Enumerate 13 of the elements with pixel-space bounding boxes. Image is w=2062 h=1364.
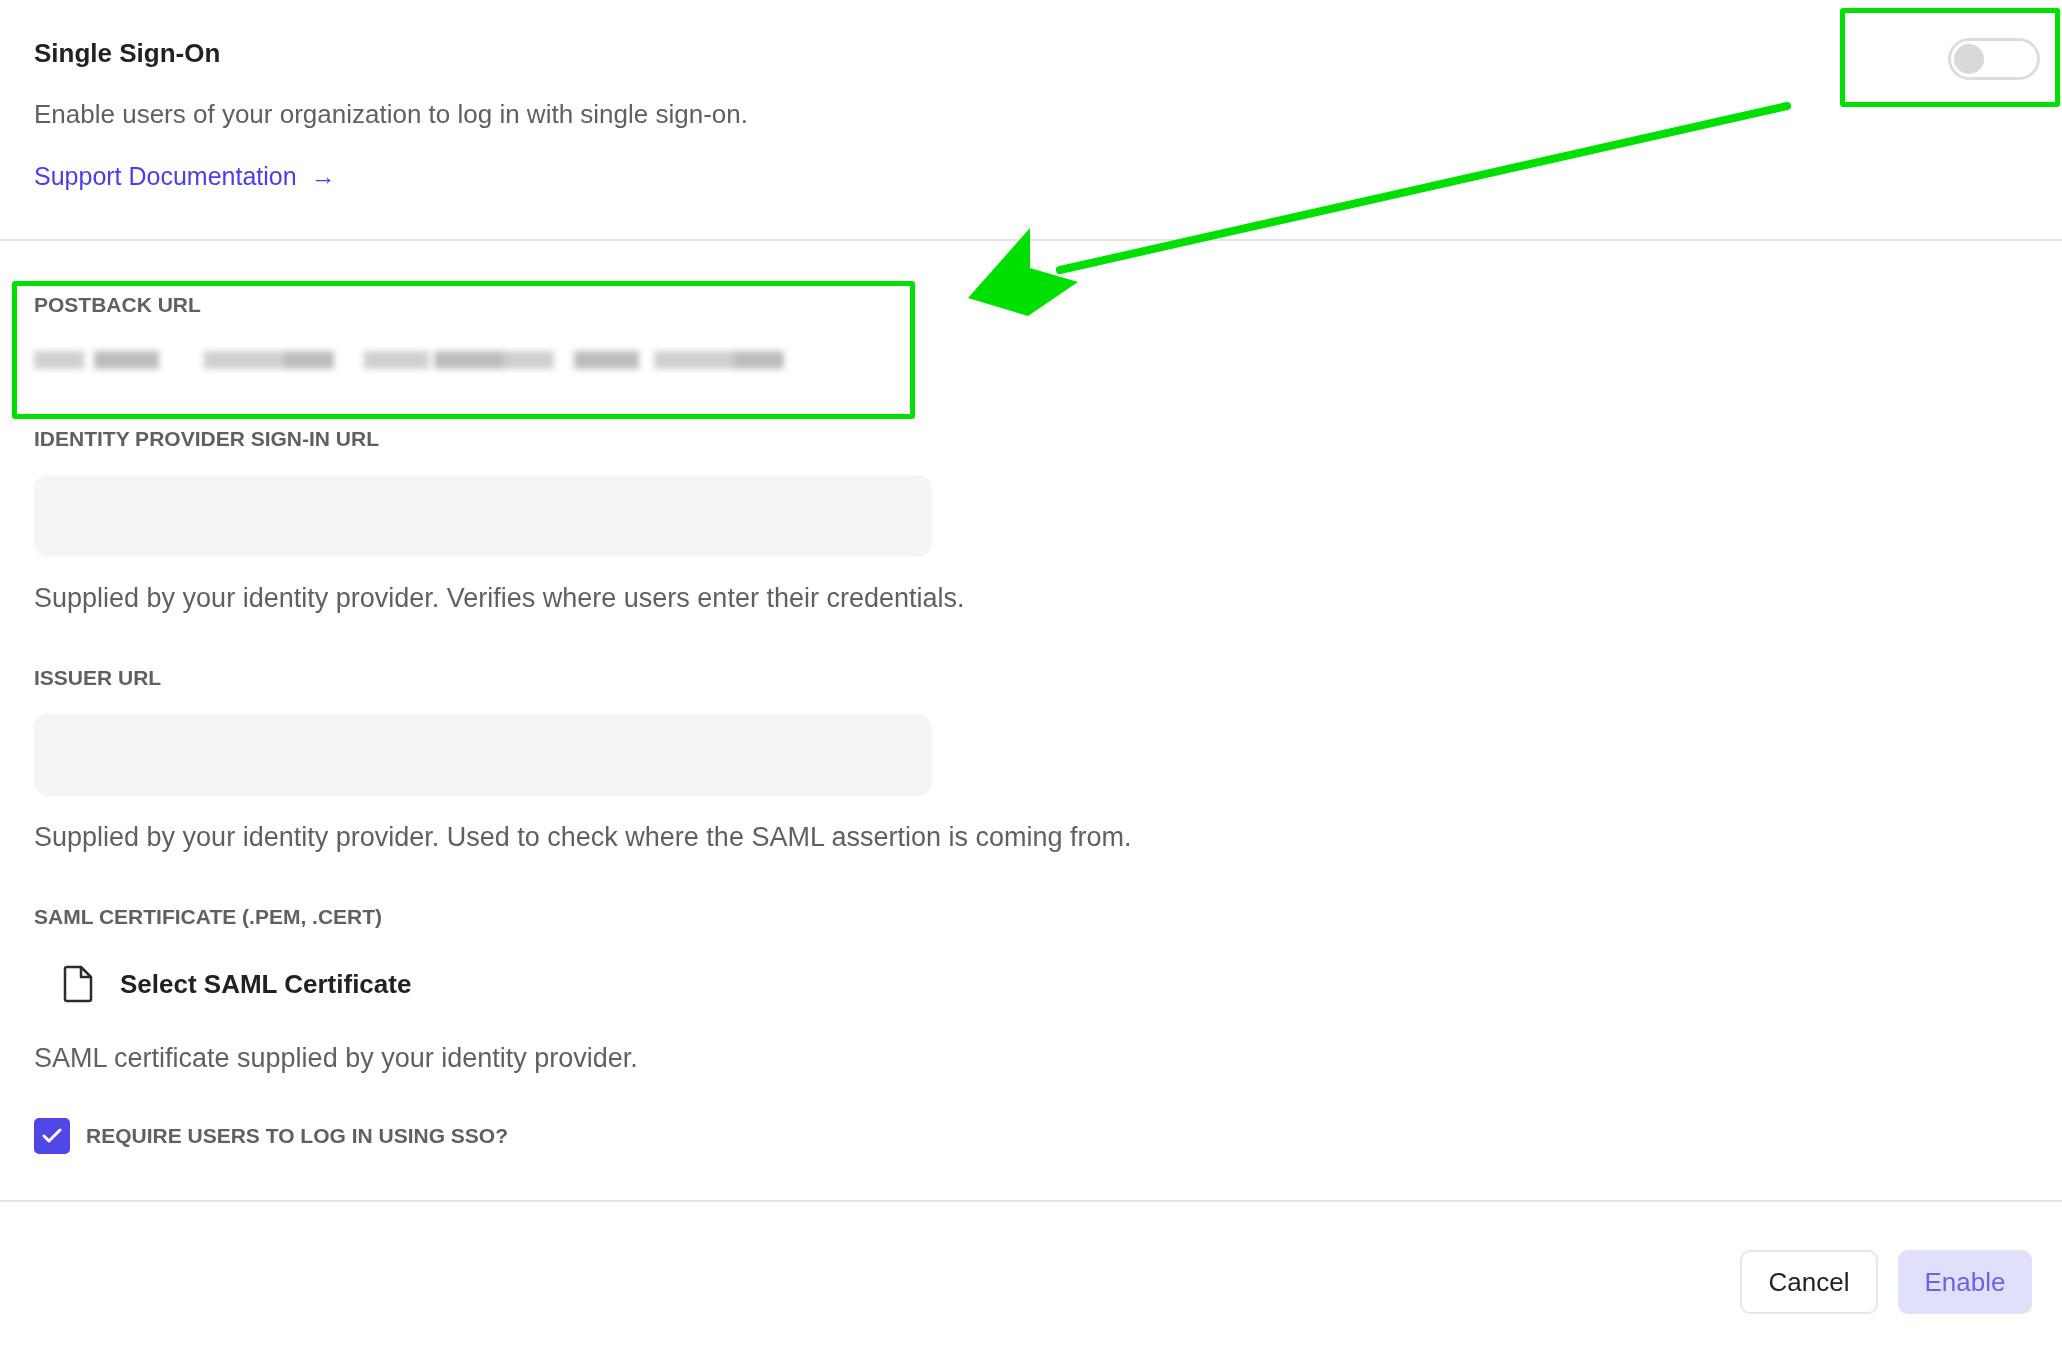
field-label: IDENTITY PROVIDER SIGN-IN URL [34, 427, 380, 451]
select-file-button[interactable]: Select SAML Certificate [62, 957, 412, 1011]
help-text: SAML certificate supplied by your identity provider. [34, 1043, 639, 1074]
field-label: POSTBACK URL [34, 293, 202, 317]
checkbox-label: REQUIRE USERS TO LOG IN USING SSO? [86, 1124, 508, 1148]
help-text: Supplied by your identity provider. Verifies where users enter their credentials. [34, 583, 966, 614]
secondary-button[interactable]: Cancel [1740, 1250, 1878, 1314]
help-text: Supplied by your identity provider. Used to check where the SAML assertion is coming from. [34, 822, 1133, 853]
field-label: ISSUER URL [34, 666, 163, 690]
section-title: Single Sign-On [34, 38, 221, 69]
field-label: SAML CERTIFICATE (.PEM, .CERT) [34, 905, 384, 929]
description: Enable users of your organization to log in with single sign-on. [34, 99, 749, 130]
support-link[interactable]: Support Documentation → [34, 162, 336, 191]
